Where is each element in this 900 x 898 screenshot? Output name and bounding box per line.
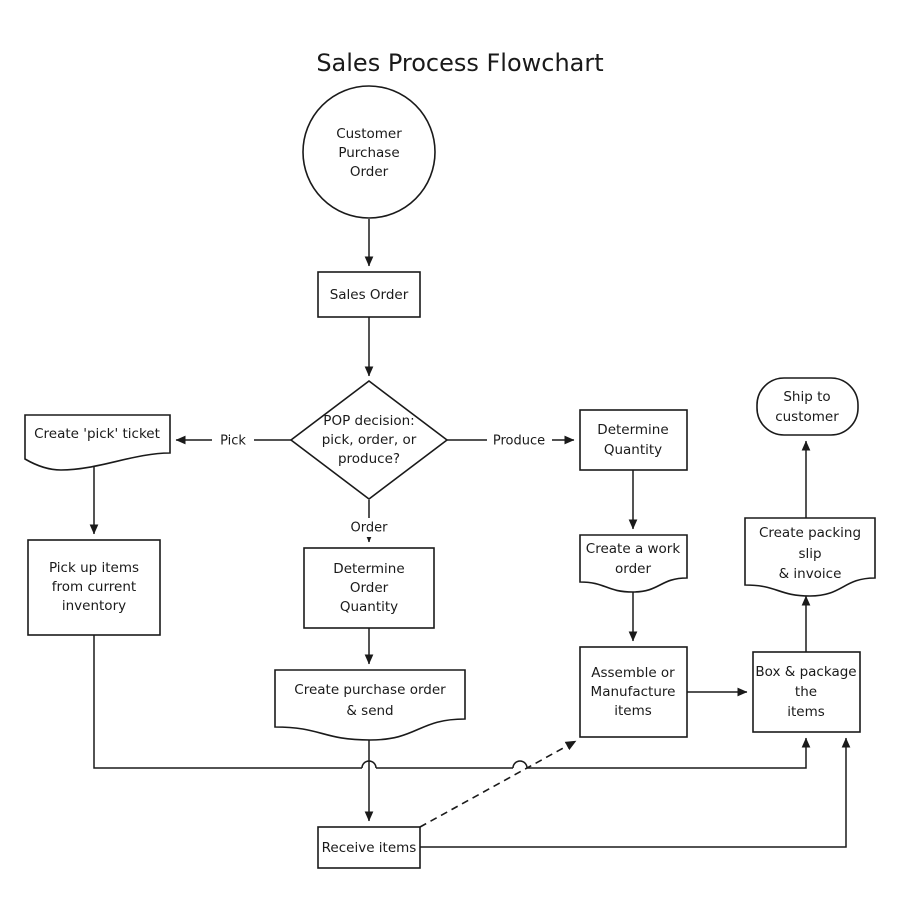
node-box-package[interactable]: Box & package the items — [752, 651, 861, 733]
edge-layer — [89, 219, 851, 848]
node-pop-decision[interactable]: POP decision: pick, order, or produce? — [289, 379, 449, 501]
node-receive-items[interactable]: Receive items — [317, 826, 421, 869]
page-title: Sales Process Flowchart — [316, 49, 603, 77]
node-label-line: items — [787, 704, 825, 720]
node-label-line: Create a work — [586, 541, 681, 557]
rect-shape — [579, 409, 688, 471]
node-label-line: the — [795, 684, 817, 700]
edge-pick-up-items-to-box-package — [527, 737, 811, 769]
node-determine-quantity[interactable]: Determine Quantity — [579, 409, 688, 471]
node-label-line: Quantity — [604, 442, 662, 458]
node-label-line: Ship to — [783, 389, 830, 405]
node-customer-purchase-order[interactable]: Customer Purchase Order — [302, 85, 436, 219]
node-create-work-order[interactable]: Create a work order — [579, 534, 688, 593]
node-determine-order-quantity[interactable]: Determine Order Quantity — [303, 547, 435, 629]
node-label-line: Customer — [336, 126, 402, 142]
node-pick-up-items[interactable]: Pick up items from current inventory — [27, 539, 161, 636]
node-label-line: produce? — [338, 451, 400, 467]
node-label-line: Sales Order — [330, 287, 409, 303]
node-label-line: & send — [346, 703, 393, 719]
node-ship-to-customer[interactable]: Ship to customer — [756, 377, 859, 436]
node-label-line: order — [615, 561, 651, 577]
node-label-line: Receive items — [322, 840, 417, 856]
node-label-line: Purchase — [338, 145, 399, 161]
flowchart-canvas: Sales Process Flowchart Pick Produce Ord… — [0, 0, 900, 898]
edge-line-jump-arc-2 — [512, 760, 528, 769]
node-label-line: slip — [798, 546, 821, 562]
node-label-line: Create 'pick' ticket — [34, 426, 160, 442]
node-assemble-manufacture[interactable]: Assemble or Manufacture items — [579, 646, 688, 738]
rounded-rect-shape — [756, 377, 859, 436]
edge-receive-items-to-assemble-dashed — [419, 740, 577, 828]
node-label-line: Box & package — [755, 664, 856, 680]
node-label-line: & invoice — [779, 566, 842, 582]
node-label-line: items — [614, 703, 652, 719]
node-label-line: from current — [52, 579, 136, 595]
node-create-packing-slip[interactable]: Create packing slip & invoice — [744, 517, 876, 597]
node-label-line: Quantity — [340, 599, 398, 615]
node-label-line: Order — [350, 580, 389, 596]
node-label-line: Order — [350, 164, 389, 180]
edge-label-pick: Pick — [220, 434, 246, 449]
node-sales-order[interactable]: Sales Order — [317, 271, 421, 318]
node-label-line: Determine — [597, 422, 668, 438]
node-label-line: customer — [775, 409, 839, 425]
node-label-line: Assemble or — [591, 665, 675, 681]
node-label-line: Pick up items — [49, 560, 139, 576]
edge-label-produce: Produce — [493, 434, 545, 449]
node-create-pick-ticket[interactable]: Create 'pick' ticket — [24, 414, 171, 471]
document-shape — [24, 414, 171, 471]
node-label-line: Create packing — [759, 525, 861, 541]
flowchart-svg: Sales Process Flowchart Pick Produce Ord… — [24, 49, 876, 869]
node-create-purchase-order[interactable]: Create purchase order & send — [274, 669, 466, 741]
node-label-line: pick, order, or — [322, 432, 417, 448]
edge-label-order: Order — [351, 521, 389, 536]
node-label-line: Create purchase order — [294, 682, 446, 698]
node-label-line: inventory — [62, 598, 126, 614]
node-label-line: POP decision: — [323, 413, 414, 429]
node-label-line: Manufacture — [591, 684, 676, 700]
node-label-line: Determine — [333, 561, 404, 577]
